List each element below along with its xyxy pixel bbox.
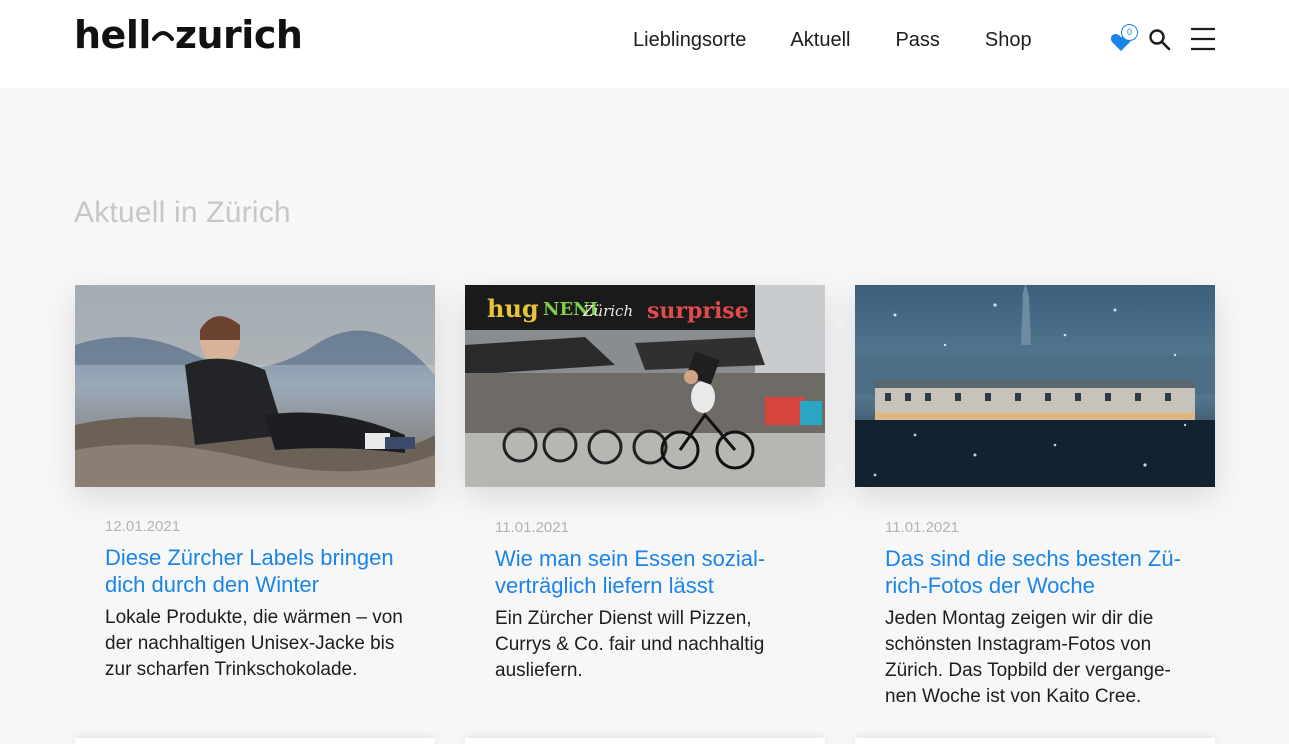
section-title: Aktuell in Zürich [74,196,291,229]
article-title[interactable]: Das sind die sechs besten Zü-rich-Fotos … [885,545,1185,599]
article-card[interactable]: hug NENI Zürich surprise 11.01.2021 Wie … [465,285,825,684]
next-card-edge [855,738,1215,744]
nav-item-shop[interactable]: Shop [985,28,1032,52]
article-card[interactable]: 11.01.2021 Das sind die sechs besten Zü-… [855,285,1215,710]
article-date: 11.01.2021 [495,519,569,536]
sign-hug: hug [487,294,539,323]
nav-item-pass[interactable]: Pass [895,28,939,52]
article-image-zurich-photos[interactable] [855,285,1215,487]
favorites-button[interactable]: 0 [1110,24,1138,52]
next-card-edge [465,738,825,744]
favorites-count-badge: 0 [1121,24,1138,41]
nav-item-aktuell[interactable]: Aktuell [790,28,850,52]
search-button[interactable] [1148,28,1172,52]
site-logo[interactable]: hell zurich [74,13,303,57]
article-title[interactable]: Diese Zürcher Labels bringen dich durch … [105,544,405,598]
street-cyclist-photo: hug NENI Zürich surprise [465,285,825,487]
zurich-city-photo [855,285,1215,487]
article-teaser: Jeden Montag zeigen wir dir die schönste… [885,608,1171,707]
article-title[interactable]: Wie man sein Essen sozial-verträglich li… [495,545,795,599]
article-card[interactable]: 12.01.2021 Diese Zürcher Labels bringen … [75,285,435,683]
menu-button[interactable] [1190,27,1216,51]
sign-zurich: Zürich [582,302,633,320]
nav-item-lieblingsorte[interactable]: Lieblingsorte [633,28,746,52]
hamburger-menu-icon [1191,27,1215,51]
main-nav: Lieblingsorte Aktuell Pass Shop [633,28,1032,52]
search-icon [1149,29,1171,51]
next-card-edge [75,738,435,744]
logo-smile-icon [151,17,175,53]
article-teaser: Lokale Produkte, die wärmen – von der na… [105,607,403,680]
article-teaser: Ein Zürcher Dienst will Pizzen, Currys &… [495,608,765,681]
site-header: hell zurich Lieblingsorte Aktuell Pass S… [0,0,1289,88]
article-date: 11.01.2021 [885,519,959,536]
article-date: 12.01.2021 [105,518,181,535]
winter-fashion-photo [75,285,435,487]
logo-text-left: hell [74,13,151,57]
article-image-winter-labels[interactable] [75,285,435,487]
logo-text-right: zurich [174,13,303,57]
article-image-food-delivery[interactable]: hug NENI Zürich surprise [465,285,825,487]
sign-surprise: surprise [647,298,749,324]
